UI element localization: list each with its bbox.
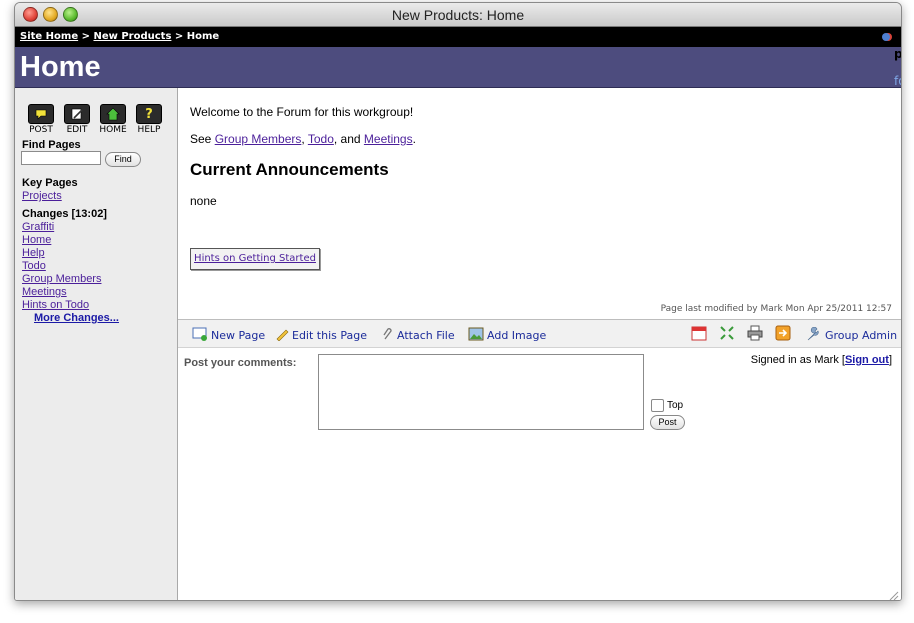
period-text: .	[412, 132, 416, 146]
attach-file-label: Attach File	[397, 329, 455, 342]
logo-icon	[882, 33, 890, 41]
projectforum-logo: project forum	[882, 30, 901, 88]
changes-link-home[interactable]: Home	[22, 234, 51, 246]
signed-in-suffix: ]	[888, 354, 892, 366]
home-icon	[100, 104, 126, 124]
print-icon[interactable]	[747, 325, 763, 341]
page-modified-info: Page last modified by Mark Mon Apr 25/20…	[660, 304, 892, 314]
page-header: Home	[15, 47, 901, 88]
group-admin-button[interactable]: Group Admin	[806, 326, 898, 344]
attach-file-button[interactable]: Attach File	[382, 327, 455, 344]
logo-text-forum: forum	[894, 74, 901, 88]
and-text: , and	[333, 132, 364, 146]
announcements-heading: Current Announcements	[190, 160, 389, 179]
group-members-link[interactable]: Group Members	[215, 132, 302, 146]
signed-in-text: Signed in as Mark [	[750, 354, 845, 366]
edit-page-button[interactable]: Edit this Page	[275, 327, 367, 344]
image-icon	[468, 327, 484, 344]
sidebar: POST EDIT HOME ? HELP Find Pages Find Ke…	[15, 88, 178, 600]
help-button[interactable]: ? HELP	[130, 104, 168, 135]
title-bar: New Products: Home	[15, 3, 901, 27]
post-comment-button[interactable]: Post	[650, 415, 685, 430]
edit-page-label: Edit this Page	[292, 329, 367, 342]
todo-link[interactable]: Todo	[308, 132, 334, 146]
new-page-label: New Page	[211, 329, 266, 342]
changes-link-graffiti[interactable]: Graffiti	[22, 221, 54, 233]
new-page-button[interactable]: New Page	[192, 327, 265, 344]
group-admin-label: Group Admin	[825, 329, 898, 342]
main-content: Welcome to the Forum for this workgroup!…	[178, 88, 901, 600]
find-pages-input[interactable]	[21, 151, 101, 165]
help-icon: ?	[136, 104, 162, 124]
see-prefix: See	[190, 132, 215, 146]
browser-window: New Products: Home Site Home > New Produ…	[14, 2, 902, 601]
key-page-link-projects[interactable]: Projects	[22, 190, 62, 202]
calendar-icon[interactable]	[691, 325, 707, 341]
top-checkbox[interactable]	[651, 399, 664, 412]
breadcrumb-new-products[interactable]: New Products	[93, 31, 171, 42]
changes-link-todo[interactable]: Todo	[22, 260, 46, 272]
top-checkbox-label: Top	[667, 400, 684, 411]
logo-text-project: project	[894, 47, 902, 61]
key-pages-label: Key Pages	[22, 177, 78, 189]
find-pages-label: Find Pages	[22, 139, 81, 151]
breadcrumb-current: Home	[186, 31, 220, 42]
add-image-label: Add Image	[487, 329, 547, 342]
home-label: HOME	[99, 125, 127, 135]
post-comments-label: Post your comments:	[184, 357, 297, 369]
comment-textarea[interactable]	[318, 354, 644, 430]
page-toolbar: New Page Edit this Page Attach File Add …	[178, 319, 901, 348]
changes-link-hints-on-todo[interactable]: Hints on Todo	[22, 299, 89, 311]
changes-link-help[interactable]: Help	[22, 247, 45, 259]
breadcrumb-site-home[interactable]: Site Home	[20, 31, 78, 42]
help-label: HELP	[137, 125, 161, 135]
post-button[interactable]: POST	[22, 104, 60, 135]
announcements-text: none	[190, 194, 217, 208]
find-button[interactable]: Find	[105, 152, 141, 167]
post-label: POST	[29, 125, 53, 135]
add-image-button[interactable]: Add Image	[468, 327, 546, 344]
see-links-line: See Group Members, Todo, and Meetings.	[190, 132, 416, 146]
new-page-icon	[192, 327, 208, 344]
signed-in-status: Signed in as Mark [Sign out]	[751, 354, 892, 366]
meetings-link[interactable]: Meetings	[364, 132, 413, 146]
changes-link-group-members[interactable]: Group Members	[22, 273, 101, 285]
home-button[interactable]: HOME	[94, 104, 132, 135]
breadcrumb-separator: >	[171, 31, 187, 42]
changes-link-meetings[interactable]: Meetings	[22, 286, 67, 298]
page-title: Home	[20, 51, 101, 83]
breadcrumb-bar: Site Home > New Products > Home project f…	[15, 27, 901, 88]
changes-label: Changes [13:02]	[22, 208, 107, 220]
wrench-icon	[806, 326, 822, 344]
more-changes-link[interactable]: More Changes...	[34, 312, 119, 324]
paperclip-icon	[382, 327, 394, 344]
edit-icon	[64, 104, 90, 124]
pencil-icon	[275, 327, 289, 344]
edit-button[interactable]: EDIT	[58, 104, 96, 135]
hints-getting-started-button[interactable]: Hints on Getting Started	[190, 248, 320, 270]
sign-out-link[interactable]: Sign out	[845, 354, 889, 366]
breadcrumb: Site Home > New Products > Home	[20, 31, 219, 42]
welcome-text: Welcome to the Forum for this workgroup!	[190, 105, 414, 119]
post-icon	[28, 104, 54, 124]
expand-icon[interactable]	[719, 325, 735, 341]
window-title: New Products: Home	[391, 7, 525, 23]
resize-grip-icon[interactable]	[889, 588, 899, 600]
breadcrumb-separator: >	[78, 31, 94, 42]
rss-export-icon[interactable]	[775, 325, 791, 341]
edit-label: EDIT	[66, 125, 88, 135]
